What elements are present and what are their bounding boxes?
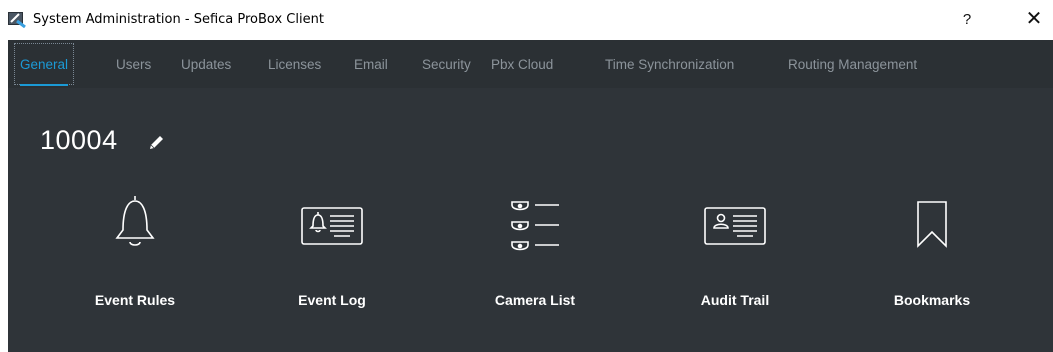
app-logo-icon xyxy=(8,12,26,28)
bell-icon xyxy=(115,196,155,246)
tab-label: Pbx Cloud xyxy=(491,57,554,72)
tab-updates[interactable]: Updates xyxy=(181,40,231,88)
tab-active-indicator xyxy=(20,84,69,86)
tile-label: Audit Trail xyxy=(700,292,770,308)
title-bar: System Administration - Sefica ProBox Cl… xyxy=(0,0,1053,40)
bookmark-icon xyxy=(917,201,947,248)
tile-label: Bookmarks xyxy=(893,292,971,308)
window-left-edge xyxy=(0,40,8,352)
tab-label: Licenses xyxy=(268,57,322,72)
bookmarks-tile[interactable]: Bookmarks xyxy=(852,188,1012,318)
tab-licenses[interactable]: Licenses xyxy=(268,40,321,88)
event-log-tile[interactable]: Event Log xyxy=(252,188,412,318)
device-title: 10004 xyxy=(40,125,118,155)
tab-label: Routing Management xyxy=(788,57,918,72)
tab-time-synchronization[interactable]: Time Synchronization xyxy=(605,40,734,88)
help-button[interactable]: ? xyxy=(955,8,979,32)
tile-label: Event Log xyxy=(298,292,366,308)
tab-users[interactable]: Users xyxy=(116,40,151,88)
tile-label: Event Rules xyxy=(94,292,176,308)
general-panel: 10004 Event Rules Event Log Camera List … xyxy=(8,88,1053,352)
event-log-card-icon xyxy=(301,207,363,245)
user-card-icon xyxy=(704,207,766,245)
client-area: General Users Updates Licenses Email Sec… xyxy=(8,40,1053,352)
tab-label: Security xyxy=(422,57,471,72)
window-title: System Administration - Sefica ProBox Cl… xyxy=(33,12,324,27)
tab-pbx-cloud[interactable]: Pbx Cloud xyxy=(491,40,553,88)
tab-label: Users xyxy=(116,57,152,72)
close-button[interactable]: ✕ xyxy=(1022,8,1046,32)
pencil-icon[interactable] xyxy=(148,133,166,151)
tab-email[interactable]: Email xyxy=(354,40,388,88)
tab-bar: General Users Updates Licenses Email Sec… xyxy=(8,40,1053,88)
focus-ring xyxy=(14,43,75,85)
camera-list-tile[interactable]: Camera List xyxy=(455,188,615,318)
event-rules-tile[interactable]: Event Rules xyxy=(55,188,215,318)
tab-label: Time Synchronization xyxy=(605,57,735,72)
tab-label: Updates xyxy=(181,57,232,72)
tab-security[interactable]: Security xyxy=(422,40,471,88)
camera-list-icon xyxy=(511,201,559,251)
audit-trail-tile[interactable]: Audit Trail xyxy=(655,188,815,318)
tab-label: Email xyxy=(354,57,388,72)
tab-general[interactable]: General xyxy=(14,40,75,88)
tile-label: Camera List xyxy=(494,292,576,308)
app-window: System Administration - Sefica ProBox Cl… xyxy=(0,0,1053,352)
tab-routing-management[interactable]: Routing Management xyxy=(788,40,917,88)
